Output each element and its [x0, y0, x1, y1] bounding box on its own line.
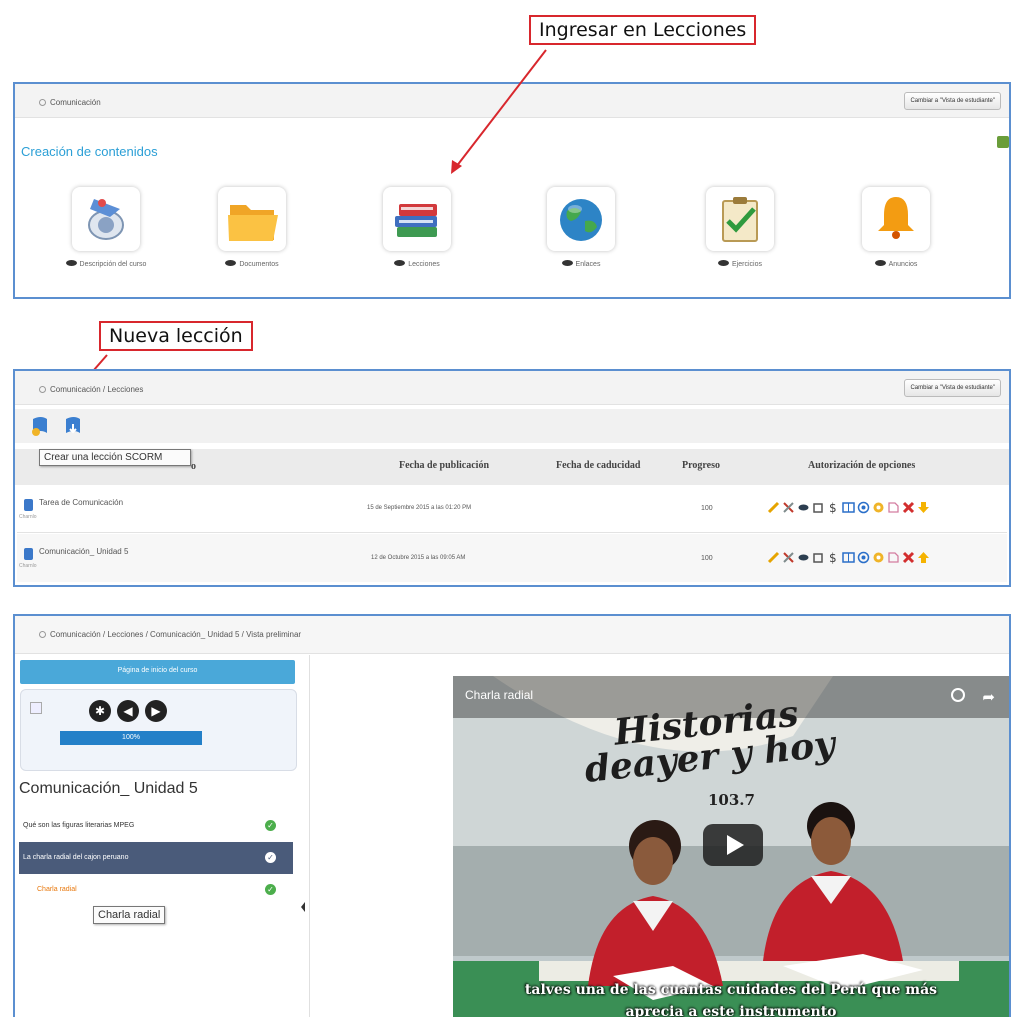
- lesson-author: Charnlo: [19, 514, 37, 520]
- video-subtitle: talves una de las cuantas cuidades del P…: [524, 982, 938, 998]
- layout-icon[interactable]: [842, 501, 855, 514]
- edit-icon[interactable]: [767, 551, 780, 564]
- toolbar: [15, 409, 1009, 443]
- view-icon[interactable]: [797, 501, 810, 514]
- name-column-fragment: o: [191, 461, 196, 472]
- view-icon[interactable]: [797, 551, 810, 564]
- col-progress: Progreso: [682, 460, 720, 471]
- tools-icon[interactable]: [782, 551, 795, 564]
- lesson-item-selected[interactable]: La charla radial del cajon peruano: [19, 842, 293, 874]
- export-icon[interactable]: [887, 501, 900, 514]
- watch-later-icon[interactable]: [951, 688, 965, 702]
- target-icon[interactable]: [857, 501, 870, 514]
- breadcrumb: Comunicación / Lecciones: [15, 371, 1009, 405]
- scorm-tooltip: Crear una lección SCORM: [39, 449, 191, 466]
- edit-icon[interactable]: [767, 501, 780, 514]
- lesson-icon: [24, 499, 33, 511]
- exit-icon[interactable]: ✱: [89, 700, 111, 722]
- next-icon[interactable]: ▶: [145, 700, 167, 722]
- home-icon: [39, 386, 46, 393]
- previous-icon[interactable]: ◀: [117, 700, 139, 722]
- settings-icon[interactable]: [872, 551, 885, 564]
- move-down-icon[interactable]: [917, 501, 930, 514]
- copy-icon[interactable]: [812, 501, 825, 514]
- col-published: Fecha de publicación: [399, 460, 490, 471]
- settings-icon[interactable]: [872, 501, 885, 514]
- tools-icon[interactable]: [782, 501, 795, 514]
- video-subtitle-2: aprecia a este instrumento: [625, 1004, 837, 1017]
- col-expires: Fecha de caducidad: [556, 460, 641, 471]
- layout-icon[interactable]: [842, 551, 855, 564]
- lesson-title: Comunicación_ Unidad 5: [19, 780, 198, 797]
- lesson-name[interactable]: Comunicación_ Unidad 5: [39, 547, 128, 556]
- share-icon[interactable]: ➦: [982, 688, 995, 706]
- lesson-options: $: [767, 501, 930, 515]
- course-home-button[interactable]: Página de inicio del curso: [20, 660, 295, 684]
- lesson-author: Charnlo: [19, 563, 37, 569]
- callout-nueva-leccion: Nueva lección: [99, 321, 253, 351]
- new-lesson-icon[interactable]: [30, 415, 50, 437]
- svg-text:$: $: [829, 501, 837, 514]
- lessons-panel: Comunicación / Lecciones Cambiar a "Vist…: [13, 369, 1011, 587]
- lesson-progress: 100: [701, 505, 713, 512]
- item-tooltip: Charla radial: [93, 906, 166, 924]
- progress-fill: 100%: [60, 731, 202, 745]
- video-player[interactable]: Charla radial Historias deayer y hoy 103…: [453, 676, 1009, 1017]
- target-icon[interactable]: [857, 551, 870, 564]
- delete-icon[interactable]: [902, 501, 915, 514]
- svg-text:$: $: [829, 551, 837, 564]
- lesson-published: 15 de Septiembre 2015 a las 01:20 PM: [367, 505, 472, 511]
- breadcrumb-text[interactable]: Comunicación / Lecciones: [50, 385, 143, 394]
- move-up-icon[interactable]: [917, 551, 930, 564]
- lesson-subitem[interactable]: Charla radial: [19, 874, 293, 906]
- col-options: Autorización de opciones: [808, 460, 916, 471]
- copy-icon[interactable]: [812, 551, 825, 564]
- lesson-options: $: [767, 551, 930, 565]
- price-icon[interactable]: $: [827, 501, 840, 515]
- video-title: Charla radial: [465, 688, 534, 702]
- broken-image-icon: [30, 702, 42, 714]
- lesson-name[interactable]: Tarea de Comunicación: [39, 498, 123, 507]
- check-icon: ✓: [265, 852, 276, 863]
- check-icon: ✓: [265, 820, 276, 831]
- import-scorm-icon[interactable]: [63, 415, 83, 437]
- delete-icon[interactable]: [902, 551, 915, 564]
- student-view-button[interactable]: Cambiar a "Vista de estudiante": [904, 379, 1001, 397]
- progress-bar: 100%: [60, 731, 202, 745]
- breadcrumb-text[interactable]: Comunicación / Lecciones / Comunicación_…: [50, 630, 301, 639]
- lesson-item[interactable]: Qué son las figuras literarias MPEG: [19, 810, 293, 842]
- video-frequency: 103.7: [708, 791, 755, 809]
- breadcrumb: Comunicación / Lecciones / Comunicación_…: [15, 616, 1009, 654]
- export-icon[interactable]: [887, 551, 900, 564]
- lesson-icon: [24, 548, 33, 560]
- lesson-published: 12 de Octubre 2015 a las 09:05 AM: [371, 555, 466, 561]
- sidebar-divider: [309, 655, 310, 1017]
- lesson-progress: 100: [701, 555, 713, 562]
- check-icon: ✓: [265, 884, 276, 895]
- home-icon: [39, 631, 46, 638]
- price-icon[interactable]: $: [827, 551, 840, 565]
